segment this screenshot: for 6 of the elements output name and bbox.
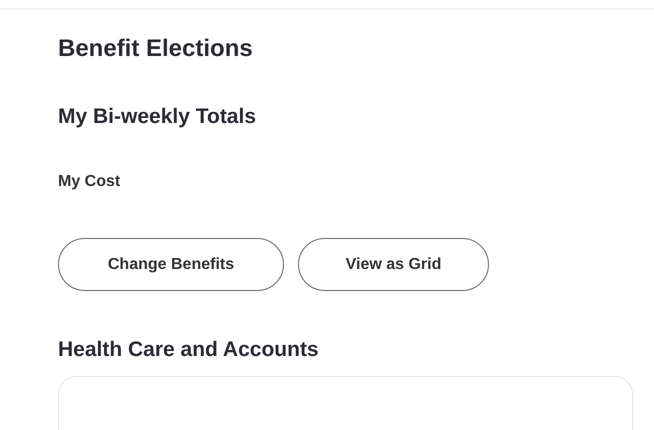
section-heading: My Bi-weekly Totals bbox=[58, 104, 258, 130]
pill-button[interactable]: Change Benefits bbox=[58, 238, 284, 291]
cost-label: My Cost bbox=[58, 172, 122, 192]
section-heading: Health Care and Accounts bbox=[58, 337, 320, 363]
pill-button[interactable]: View as Grid bbox=[298, 238, 489, 291]
page-title: Benefit Elections bbox=[58, 34, 254, 64]
